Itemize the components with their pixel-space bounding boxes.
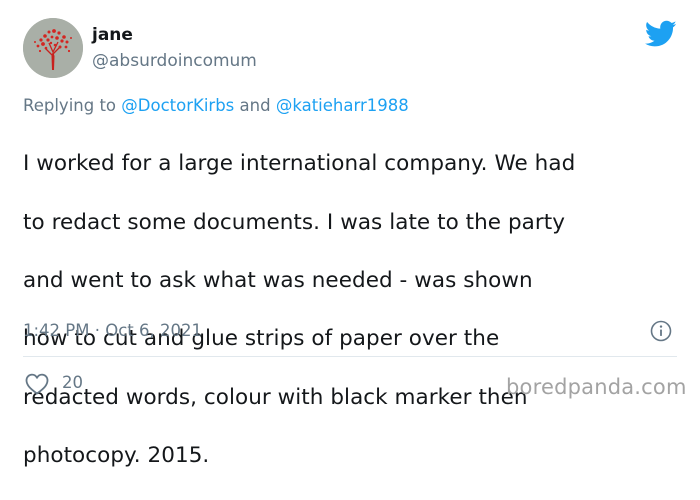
watermark: boredpanda.com [506, 375, 687, 399]
heart-icon[interactable] [25, 373, 49, 395]
replying-prefix: Replying to [23, 96, 122, 115]
replying-to: Replying to @DoctorKirbs and @katieharr1… [23, 95, 409, 117]
tweet-text-line: photocopy. 2015. [23, 443, 210, 469]
avatar[interactable] [23, 18, 83, 78]
mention-link[interactable]: @katieharr1988 [276, 96, 409, 115]
tweet-text-line: I worked for a large international compa… [23, 151, 576, 177]
info-icon[interactable] [650, 320, 672, 342]
tweet-text-line: and went to ask what was needed - was sh… [23, 268, 533, 294]
replying-conjunction: and [234, 96, 276, 115]
tweet-card: jane @absurdoincomum Replying to @Doctor… [0, 0, 700, 468]
tweet-text: I worked for a large international compa… [23, 120, 683, 500]
tweet-text-line: to redact some documents. I was late to … [23, 209, 566, 235]
mention-link[interactable]: @DoctorKirbs [121, 96, 234, 115]
divider [23, 356, 677, 357]
tweet-timestamp[interactable]: 1:42 PM · Oct 6, 2021 [23, 320, 202, 342]
display-name[interactable]: jane [92, 24, 133, 46]
user-handle[interactable]: @absurdoincomum [92, 50, 257, 72]
like-count: 20 [62, 373, 83, 392]
twitter-bird-icon[interactable] [644, 20, 677, 48]
red-tree-avatar-icon [23, 18, 83, 78]
